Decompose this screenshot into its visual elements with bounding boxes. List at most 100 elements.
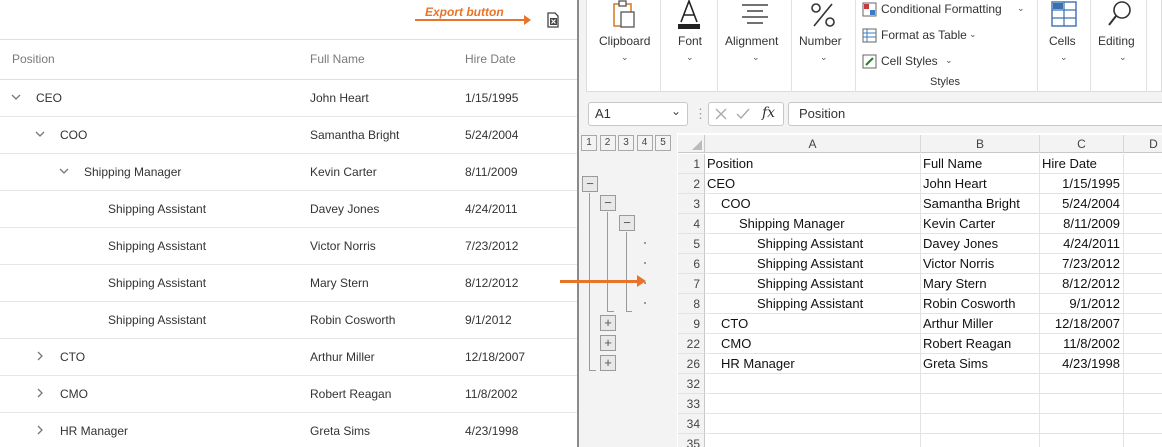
cell-d[interactable] [1124,434,1162,447]
font-group[interactable]: Font ⌄ [661,0,718,92]
outline-collapse-button[interactable]: − [619,215,635,231]
outline-level-button[interactable]: 3 [618,135,634,151]
cell-b[interactable]: John Heart [921,174,1040,194]
column-header-hire-date[interactable]: Hire Date [465,52,516,66]
column-header-d[interactable]: D [1124,135,1162,153]
tree-row[interactable]: Shipping Assistant Robin Cosworth 9/1/2012 [0,302,577,339]
outline-expand-button[interactable]: + [600,335,616,351]
outline-level-button[interactable]: 1 [581,135,597,151]
column-header-position[interactable]: Position [12,52,55,66]
cell-a[interactable]: COO [705,194,921,214]
cell-a[interactable]: Shipping Assistant [705,274,921,294]
row-header[interactable]: 35 [678,434,705,447]
cell-d[interactable] [1124,194,1162,214]
cell-b[interactable] [921,414,1040,434]
row-header[interactable]: 26 [678,354,705,374]
cancel-icon[interactable] [715,108,727,120]
expand-chevron-icon[interactable] [33,423,47,437]
cell-b[interactable]: Greta Sims [921,354,1040,374]
cell-b[interactable]: Robin Cosworth [921,294,1040,314]
tree-row[interactable]: CTO Arthur Miller 12/18/2007 [0,339,577,376]
cell-d[interactable] [1124,254,1162,274]
cell-a[interactable]: CTO [705,314,921,334]
cell-a[interactable] [705,434,921,447]
enter-check-icon[interactable] [736,108,750,120]
cell-b[interactable]: Robert Reagan [921,334,1040,354]
expand-chevron-icon[interactable] [33,386,47,400]
row-header[interactable]: 34 [678,414,705,434]
cell-c[interactable]: 8/11/2009 [1040,214,1124,234]
row-header[interactable]: 22 [678,334,705,354]
cell-a[interactable]: Shipping Assistant [705,254,921,274]
tree-row[interactable]: Shipping Assistant Victor Norris 7/23/2012 [0,228,577,265]
cell-d[interactable] [1124,394,1162,414]
outline-expand-button[interactable]: + [600,355,616,371]
row-header[interactable]: 32 [678,374,705,394]
cell-d[interactable] [1124,314,1162,334]
cell-b[interactable]: Arthur Miller [921,314,1040,334]
cell-b[interactable]: Kevin Carter [921,214,1040,234]
cell-d[interactable] [1124,294,1162,314]
cell-c[interactable] [1040,374,1124,394]
tree-row[interactable]: CEO John Heart 1/15/1995 [0,80,577,117]
column-header-a[interactable]: A [705,135,921,153]
row-header[interactable]: 4 [678,214,705,234]
cell-d[interactable] [1124,274,1162,294]
cell-b[interactable] [921,394,1040,414]
cell-b[interactable] [921,434,1040,447]
cell-a[interactable]: CMO [705,334,921,354]
cell-a[interactable] [705,394,921,414]
cell-a[interactable]: Shipping Manager [705,214,921,234]
cell-d[interactable] [1124,354,1162,374]
tree-row[interactable]: HR Manager Greta Sims 4/23/1998 [0,413,577,447]
row-header[interactable]: 6 [678,254,705,274]
clipboard-group[interactable]: Clipboard ⌄ [587,0,661,92]
column-header-c[interactable]: C [1040,135,1124,153]
cell-b[interactable] [921,374,1040,394]
cell-c[interactable]: 11/8/2002 [1040,334,1124,354]
cell-a[interactable]: Shipping Assistant [705,234,921,254]
cell-c[interactable] [1040,434,1124,447]
cell-c[interactable]: 8/12/2012 [1040,274,1124,294]
cell-b[interactable]: Victor Norris [921,254,1040,274]
cell-c[interactable]: 9/1/2012 [1040,294,1124,314]
cell-b[interactable]: Full Name [921,154,1040,174]
column-header-full-name[interactable]: Full Name [310,52,365,66]
insert-function-icon[interactable]: fx [762,105,775,121]
collapse-chevron-icon[interactable] [57,164,71,178]
cell-d[interactable] [1124,234,1162,254]
cell-c[interactable]: 1/15/1995 [1040,174,1124,194]
cell-a[interactable] [705,374,921,394]
cell-b[interactable]: Mary Stern [921,274,1040,294]
outline-level-button[interactable]: 4 [636,135,653,151]
outline-level-button[interactable]: 5 [655,135,671,151]
column-header-b[interactable]: B [921,135,1040,153]
cell-c[interactable] [1040,414,1124,434]
cell-d[interactable] [1124,374,1162,394]
cell-c[interactable]: 12/18/2007 [1040,314,1124,334]
number-group[interactable]: Number ⌄ [792,0,856,92]
cell-b[interactable]: Davey Jones [921,234,1040,254]
cell-d[interactable] [1124,334,1162,354]
export-button[interactable] [544,11,562,29]
row-header[interactable]: 1 [678,154,705,174]
row-header[interactable]: 5 [678,234,705,254]
cell-d[interactable] [1124,414,1162,434]
select-all-corner[interactable] [678,135,705,153]
cell-a[interactable]: Shipping Assistant [705,294,921,314]
tree-row[interactable]: Shipping Assistant Mary Stern 8/12/2012 [0,265,577,302]
expand-chevron-icon[interactable] [33,349,47,363]
row-header[interactable]: 7 [678,274,705,294]
row-header[interactable]: 33 [678,394,705,414]
tree-row[interactable]: CMO Robert Reagan 11/8/2002 [0,376,577,413]
outline-collapse-button[interactable]: − [582,176,598,192]
alignment-group[interactable]: Alignment ⌄ [718,0,792,92]
cells-group[interactable]: Cells ⌄ [1038,0,1091,92]
cell-c[interactable] [1040,394,1124,414]
outline-expand-button[interactable]: + [600,315,616,331]
collapse-chevron-icon[interactable] [33,127,47,141]
cell-d[interactable] [1124,214,1162,234]
outline-collapse-button[interactable]: − [600,195,616,211]
cell-c[interactable]: 5/24/2004 [1040,194,1124,214]
cell-a[interactable]: HR Manager [705,354,921,374]
